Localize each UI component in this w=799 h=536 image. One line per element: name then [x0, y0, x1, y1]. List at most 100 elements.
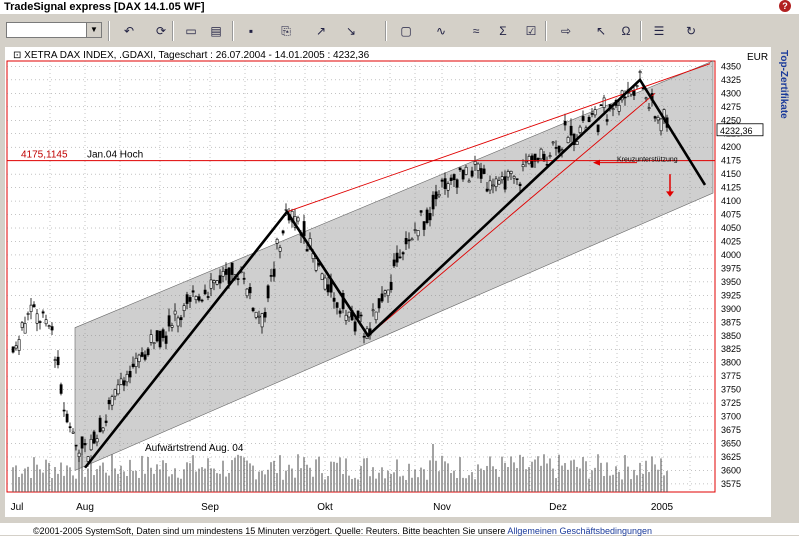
y-tick-label: 3775: [721, 371, 741, 381]
y-tick-label: 3850: [721, 331, 741, 341]
window-icon[interactable]: ▢: [395, 22, 417, 40]
candle-body: [152, 342, 156, 344]
chevron-down-icon[interactable]: ▼: [86, 23, 101, 37]
candle-body: [656, 117, 660, 121]
cursor-icon[interactable]: ↖: [590, 22, 612, 40]
candle-body: [437, 194, 441, 197]
y-tick-label: 4200: [721, 142, 741, 152]
new-icon[interactable]: ▭: [180, 22, 202, 40]
reload-icon[interactable]: ↻: [680, 22, 702, 40]
candle-body: [452, 174, 456, 181]
sum-icon[interactable]: Σ: [492, 22, 514, 40]
candle-body: [347, 311, 351, 318]
candle-body: [113, 389, 117, 397]
candle-body: [371, 309, 375, 312]
candle-body: [539, 148, 543, 160]
candle-body: [563, 120, 567, 126]
arrow-right-icon[interactable]: ⇨: [555, 22, 577, 40]
candle-body: [161, 329, 165, 338]
candle-body: [98, 417, 102, 433]
question-icon[interactable]: ?: [779, 0, 791, 12]
candle-body: [548, 155, 552, 157]
candle-body: [32, 304, 36, 308]
y-tick-label: 3975: [721, 263, 741, 273]
top-zertifikate-tab[interactable]: Top-Zertifikate: [775, 50, 789, 180]
candle-body: [332, 297, 336, 302]
candle-body: [302, 221, 306, 237]
x-tick-label: Dez: [549, 502, 567, 513]
candle-body: [488, 180, 492, 191]
candle-body: [11, 346, 15, 353]
properties-icon[interactable]: ☑: [520, 22, 542, 40]
candle-body: [374, 311, 378, 321]
candle-body: [200, 299, 204, 302]
candle-body: [434, 191, 438, 200]
candle-body: [296, 217, 300, 222]
toolbar-separator: [108, 21, 110, 41]
candle-body: [470, 170, 474, 177]
candle-body: [203, 289, 207, 295]
candle-body: [473, 161, 477, 165]
candle-body: [128, 370, 132, 378]
y-tick-label: 3700: [721, 412, 741, 422]
copy-icon[interactable]: ⎘: [275, 22, 297, 40]
x-tick-label: Aug: [76, 502, 94, 513]
open-icon[interactable]: ▤: [205, 22, 227, 40]
candle-body: [23, 323, 27, 334]
y-tick-label: 3650: [721, 439, 741, 449]
toolbar-separator: [640, 21, 642, 41]
candle-body: [125, 373, 129, 383]
candle-body: [44, 319, 48, 325]
candle-body: [440, 179, 444, 182]
candle-body: [131, 363, 135, 368]
candle-body: [20, 322, 24, 328]
candle-body: [134, 357, 138, 367]
candle-body: [140, 352, 144, 357]
candle-body: [17, 339, 21, 351]
candle-body: [485, 188, 489, 192]
indicator-icon[interactable]: ≈: [465, 22, 487, 40]
candle-body: [446, 183, 450, 191]
candle-body: [500, 176, 504, 181]
candle-body: [149, 334, 153, 343]
list-icon[interactable]: ☰: [648, 22, 670, 40]
support-annotation: Kreuzunterstützung: [617, 157, 678, 164]
x-tick-label: Okt: [317, 502, 333, 513]
toolbar-separator: [545, 21, 547, 41]
candle-body: [335, 302, 339, 308]
studies-icon[interactable]: ∿: [430, 22, 452, 40]
candle-body: [503, 176, 507, 190]
candle-body: [482, 168, 486, 174]
candle-body: [53, 359, 57, 361]
candle-body: [380, 293, 384, 302]
y-tick-label: 4050: [721, 223, 741, 233]
candle-body: [647, 107, 651, 109]
refresh-icon[interactable]: ⟳: [150, 22, 172, 40]
x-tick-label: Jul: [11, 502, 24, 513]
undo-icon[interactable]: ↶: [118, 22, 140, 40]
footer: ©2001-2005 SystemSoft, Daten sind um min…: [0, 523, 799, 536]
candle-body: [554, 147, 558, 149]
chart-down-icon[interactable]: ↘: [340, 22, 362, 40]
candle-body: [479, 168, 483, 179]
symbol-dropdown[interactable]: ▼: [6, 22, 102, 38]
candle-body: [551, 141, 555, 144]
price-chart[interactable]: 3575 3600 3625 3650 3675 3700 3725 3750 3775 3800…: [5, 47, 771, 517]
magnet-icon[interactable]: Ω: [615, 22, 637, 40]
candle-body: [74, 444, 78, 447]
candle-body: [326, 284, 330, 293]
candle-body: [143, 354, 147, 360]
candle-body: [194, 296, 198, 301]
y-tick-label: 4025: [721, 236, 741, 246]
candle-body: [212, 280, 216, 284]
candle-body: [26, 313, 30, 315]
candle-body: [224, 268, 228, 275]
candle-body: [578, 126, 582, 134]
candle-body: [428, 213, 432, 221]
save-icon[interactable]: ▪: [240, 22, 262, 40]
candle-body: [29, 304, 33, 312]
candle-body: [632, 90, 636, 96]
candle-body: [14, 345, 18, 349]
candle-body: [575, 141, 579, 145]
chart-up-icon[interactable]: ↗: [310, 22, 332, 40]
